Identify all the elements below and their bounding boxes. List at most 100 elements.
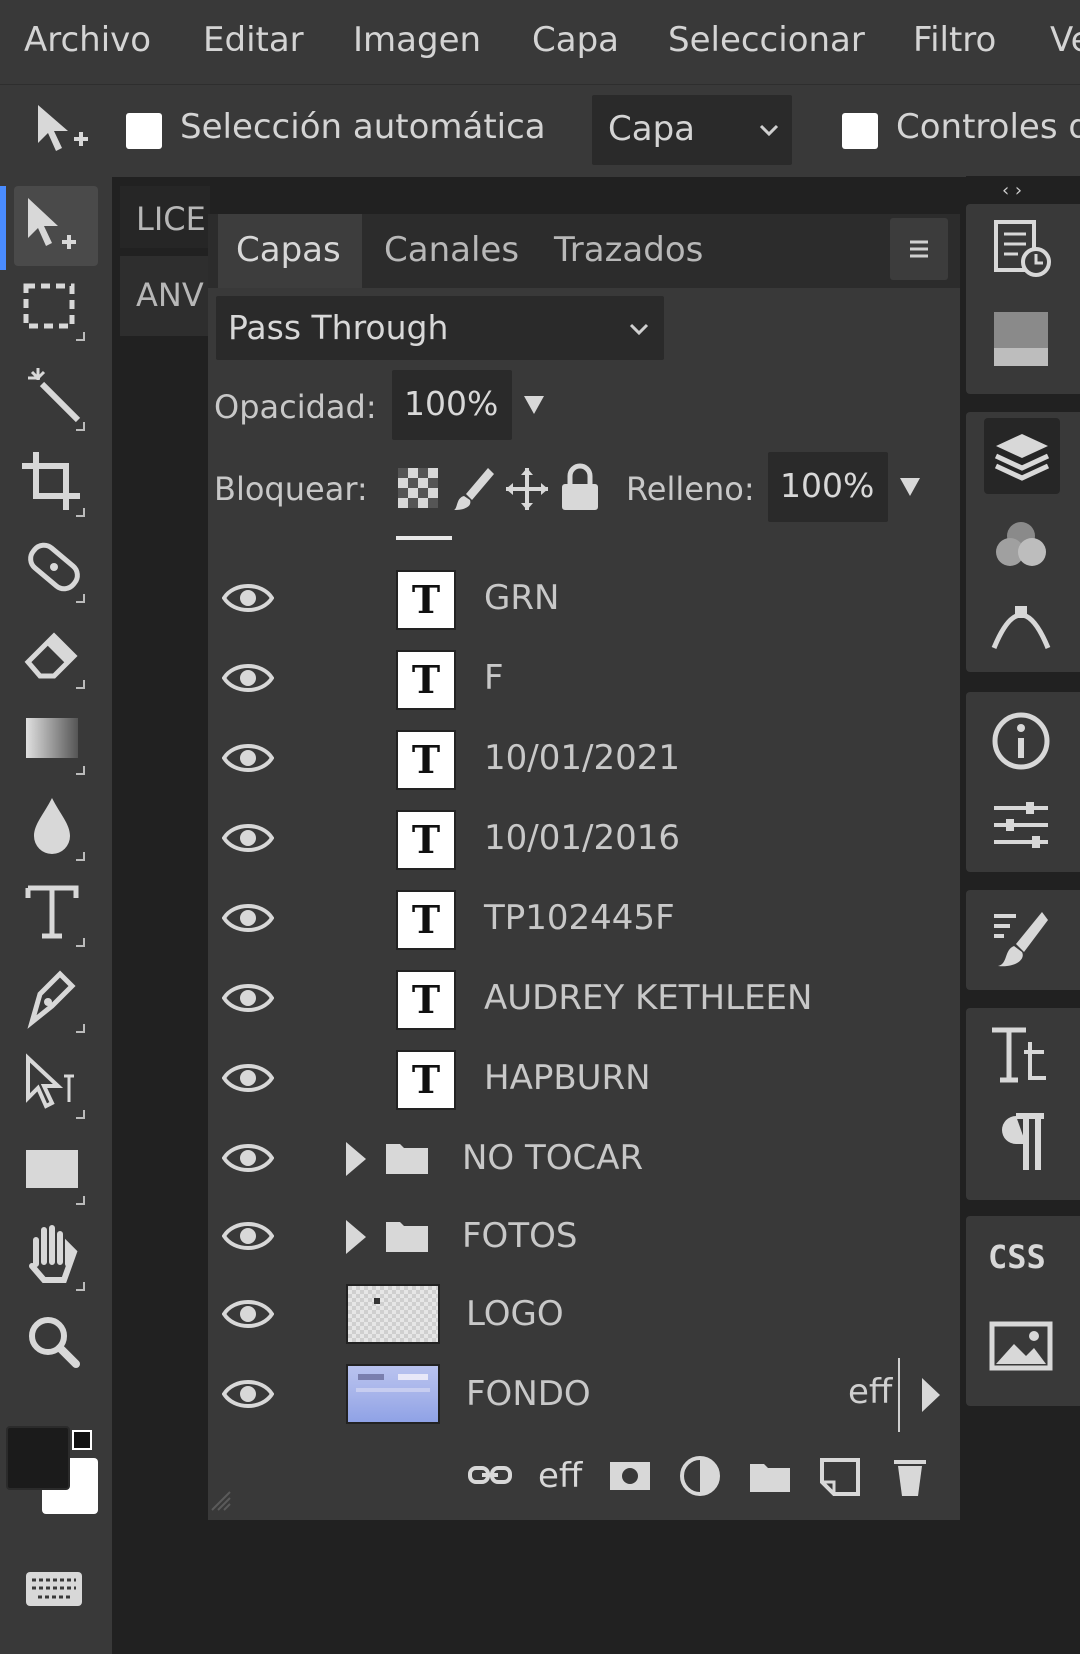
foreground-color-swatch[interactable] bbox=[6, 1426, 70, 1490]
expand-arrow-icon[interactable] bbox=[344, 1218, 368, 1256]
tool-keyboard[interactable] bbox=[14, 1550, 98, 1630]
tool-healing[interactable] bbox=[14, 530, 98, 610]
expand-effects-icon[interactable] bbox=[920, 1376, 942, 1414]
eye-icon[interactable] bbox=[222, 898, 274, 938]
default-colors-icon[interactable] bbox=[72, 1430, 92, 1450]
character-icon[interactable] bbox=[986, 1020, 1056, 1090]
layer-row-date-2016[interactable]: T 10/01/2016 bbox=[208, 800, 960, 880]
crop-icon bbox=[22, 452, 85, 517]
layer-effects-label[interactable]: eff bbox=[848, 1372, 892, 1412]
tab-canales[interactable]: Canales bbox=[368, 214, 528, 288]
eye-icon[interactable] bbox=[222, 1294, 274, 1334]
menu-seleccionar[interactable]: Seleccionar bbox=[668, 20, 865, 60]
move-tool-icon[interactable] bbox=[30, 99, 94, 163]
tool-path-select[interactable] bbox=[14, 1046, 98, 1126]
layer-row-audrey[interactable]: T AUDREY KETHLEEN bbox=[208, 960, 960, 1040]
eye-icon[interactable] bbox=[222, 1216, 274, 1256]
tool-zoom[interactable] bbox=[14, 1304, 98, 1384]
tool-eraser[interactable] bbox=[14, 616, 98, 696]
eye-icon[interactable] bbox=[222, 578, 274, 618]
eye-icon[interactable] bbox=[222, 738, 274, 778]
menu-archivo[interactable]: Archivo bbox=[24, 20, 151, 60]
menu-imagen[interactable]: Imagen bbox=[353, 20, 481, 60]
menu-editar[interactable]: Editar bbox=[203, 20, 304, 60]
tool-shape[interactable] bbox=[14, 1132, 98, 1212]
layer-row-date-2021[interactable]: T 10/01/2021 bbox=[208, 720, 960, 800]
layer-row-tp102445f[interactable]: T TP102445F bbox=[208, 880, 960, 960]
pen-icon bbox=[27, 970, 85, 1033]
tool-crop[interactable] bbox=[14, 444, 98, 524]
lock-transparency-icon[interactable] bbox=[396, 466, 440, 510]
lock-paint-icon[interactable] bbox=[452, 464, 496, 512]
blend-mode-select[interactable]: Pass Through bbox=[216, 296, 664, 360]
menu-capa[interactable]: Capa bbox=[532, 20, 619, 60]
eye-icon[interactable] bbox=[222, 818, 274, 858]
tool-move[interactable] bbox=[14, 186, 98, 266]
fill-input[interactable]: 100% bbox=[768, 452, 888, 522]
lock-move-icon[interactable] bbox=[504, 466, 550, 512]
tool-pen[interactable] bbox=[14, 960, 98, 1040]
move-arrow-icon bbox=[28, 198, 76, 249]
panel-menu-button[interactable] bbox=[890, 218, 948, 280]
tool-hand[interactable] bbox=[14, 1218, 98, 1298]
eye-icon[interactable] bbox=[222, 978, 274, 1018]
paragraph-icon[interactable] bbox=[986, 1108, 1056, 1178]
tool-blur[interactable] bbox=[14, 788, 98, 868]
add-effect-button[interactable]: eff bbox=[538, 1456, 582, 1496]
layer-row-hapburn[interactable]: T HAPBURN bbox=[208, 1040, 960, 1120]
tab-trazados[interactable]: Trazados bbox=[538, 214, 718, 288]
css-button[interactable]: CSS bbox=[988, 1238, 1046, 1276]
menu-bar: Archivo Editar Imagen Capa Seleccionar F… bbox=[0, 0, 1080, 84]
layer-name: AUDREY KETHLEEN bbox=[484, 978, 813, 1018]
paths-icon[interactable] bbox=[986, 592, 1056, 662]
type-icon bbox=[25, 885, 85, 947]
info-icon[interactable] bbox=[986, 706, 1056, 776]
right-dock: ‹ › CSS bbox=[966, 176, 1080, 1654]
menu-ver[interactable]: Ve bbox=[1050, 20, 1080, 60]
layers-icon bbox=[994, 434, 1050, 481]
color-swatches[interactable] bbox=[6, 1426, 106, 1526]
target-select[interactable]: Capa bbox=[592, 95, 792, 165]
adjustment-layer-icon[interactable] bbox=[676, 1452, 724, 1500]
transform-controls-checkbox[interactable] bbox=[842, 113, 878, 149]
swatches-icon[interactable] bbox=[986, 304, 1056, 374]
expand-arrow-icon[interactable] bbox=[344, 1140, 368, 1178]
new-group-icon[interactable] bbox=[746, 1452, 794, 1500]
layer-row-f[interactable]: T F bbox=[208, 640, 960, 720]
eye-icon[interactable] bbox=[222, 1374, 274, 1414]
opacity-dropdown-icon[interactable] bbox=[522, 394, 546, 416]
tool-marquee[interactable] bbox=[14, 272, 98, 352]
tool-magic-wand[interactable] bbox=[14, 358, 98, 438]
tab-capas[interactable]: Capas bbox=[218, 214, 362, 288]
resize-grip-icon[interactable] bbox=[208, 1488, 234, 1514]
channels-icon[interactable] bbox=[986, 510, 1056, 580]
layer-row-fotos[interactable]: FOTOS bbox=[208, 1198, 960, 1278]
opacity-input[interactable]: 100% bbox=[392, 370, 512, 440]
lock-all-icon[interactable] bbox=[560, 462, 600, 512]
layer-row-no-tocar[interactable]: NO TOCAR bbox=[208, 1120, 960, 1200]
layer-row-logo[interactable]: LOGO bbox=[208, 1276, 960, 1356]
trash-icon[interactable] bbox=[886, 1452, 934, 1500]
tool-gradient[interactable] bbox=[14, 702, 98, 782]
brush-settings-icon[interactable] bbox=[986, 904, 1056, 974]
opacity-label: Opacidad: bbox=[214, 388, 377, 426]
mask-icon[interactable] bbox=[606, 1452, 654, 1500]
dock-collapse-toggle[interactable]: ‹ › bbox=[1002, 180, 1022, 201]
menu-filtro[interactable]: Filtro bbox=[913, 20, 996, 60]
doc-tab-2[interactable]: ANV bbox=[120, 256, 210, 336]
history-icon[interactable] bbox=[986, 214, 1056, 284]
layers-dock-button[interactable] bbox=[984, 418, 1060, 494]
layer-row-grn[interactable]: T GRN bbox=[208, 560, 960, 640]
eye-icon[interactable] bbox=[222, 1138, 274, 1178]
image-icon[interactable] bbox=[986, 1312, 1056, 1382]
eye-icon[interactable] bbox=[222, 1058, 274, 1098]
layer-row-fondo[interactable]: FONDO eff bbox=[208, 1356, 960, 1436]
fill-dropdown-icon[interactable] bbox=[898, 476, 922, 498]
link-icon[interactable] bbox=[466, 1452, 514, 1500]
eye-icon[interactable] bbox=[222, 658, 274, 698]
doc-tab-1[interactable]: LICE bbox=[120, 186, 210, 248]
properties-icon[interactable] bbox=[986, 790, 1056, 860]
tool-type[interactable] bbox=[14, 874, 98, 954]
new-layer-icon[interactable] bbox=[816, 1452, 864, 1500]
auto-select-checkbox[interactable] bbox=[126, 113, 162, 149]
